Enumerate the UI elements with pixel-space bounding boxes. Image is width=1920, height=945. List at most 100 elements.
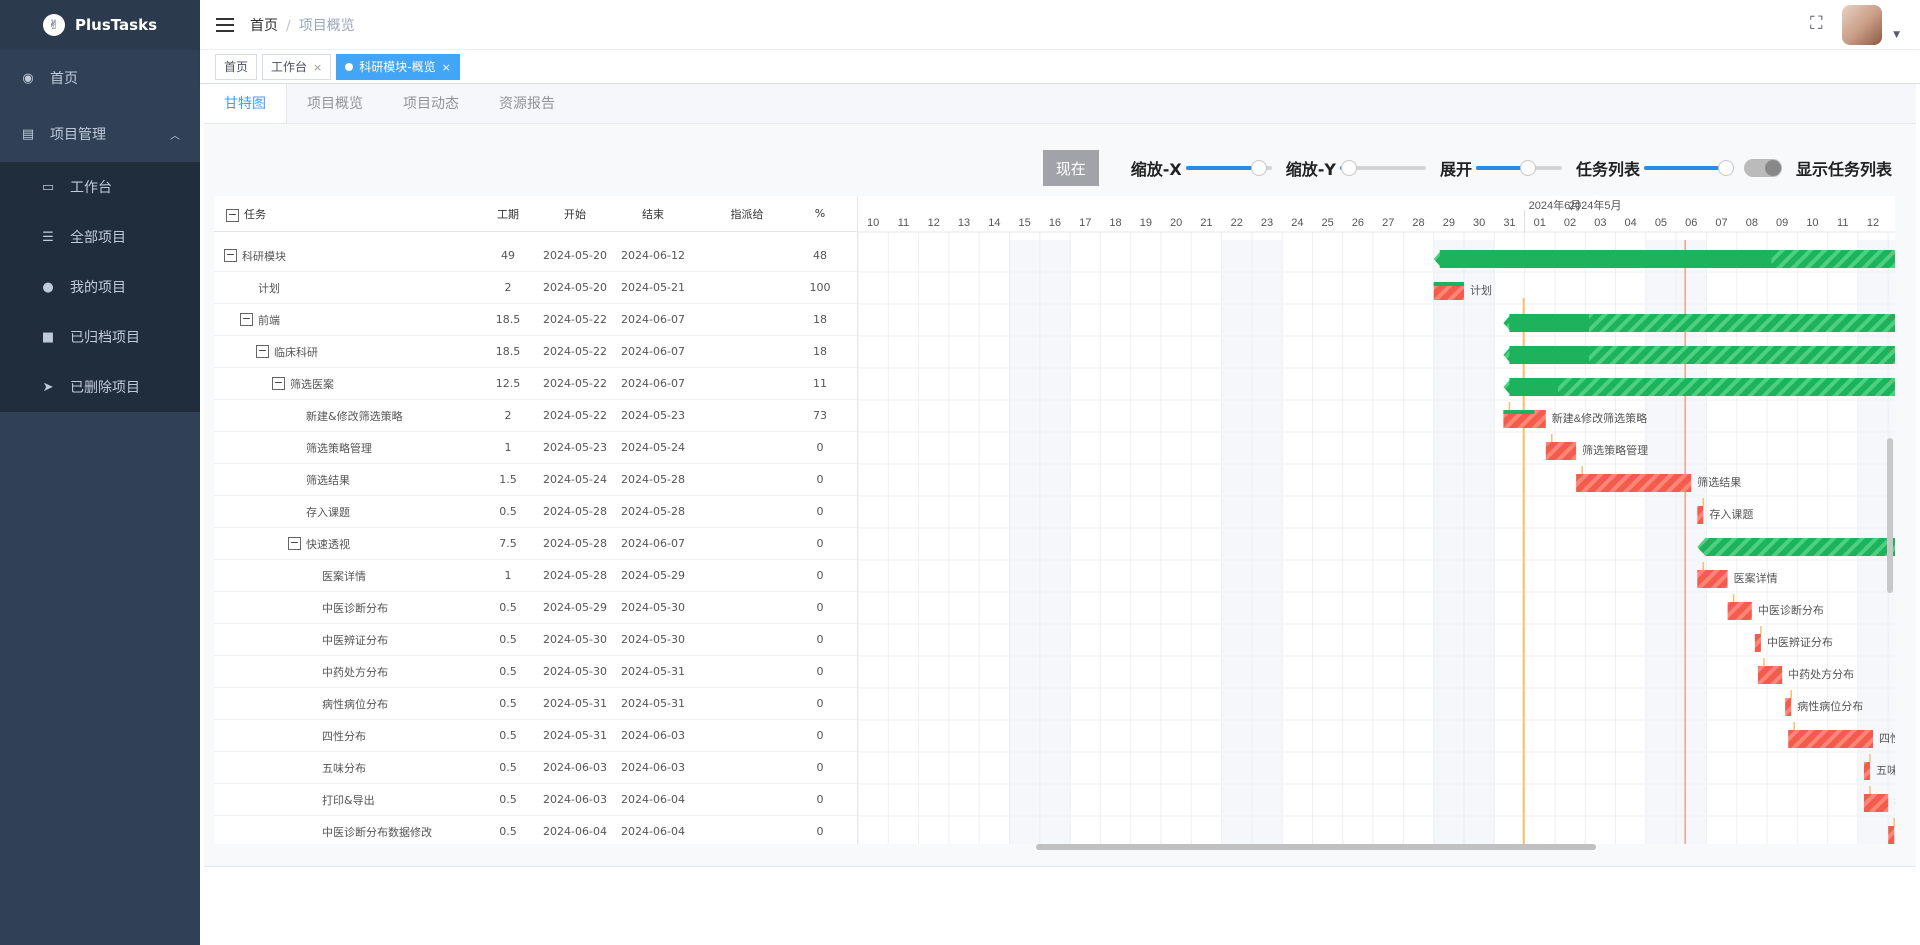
collapse-icon[interactable]: − (272, 377, 285, 390)
task-name-cell: 中医辨证分布 (214, 632, 480, 648)
percent-cell: 0 (816, 761, 824, 774)
tab-overview[interactable]: 项目概览 (287, 84, 383, 123)
avatar[interactable] (1842, 5, 1882, 45)
table-row[interactable]: − 临床科研 18.5 2024-05-22 2024-06-07 18 (214, 336, 857, 368)
day-tick-label: 13 (958, 217, 970, 229)
day-tick-label: 26 (1352, 217, 1364, 229)
end-cell: 2024-05-30 (621, 601, 685, 614)
table-row[interactable]: − 筛选医案 12.5 2024-05-22 2024-06-07 11 (214, 368, 857, 400)
hamburger-icon[interactable] (216, 17, 234, 32)
close-icon[interactable]: × (442, 61, 451, 74)
tag-home[interactable]: 首页 (215, 53, 258, 80)
day-tick-label: 08 (1746, 217, 1758, 229)
task-name-cell: − 快速透视 (214, 536, 480, 552)
collapse-icon[interactable]: − (256, 345, 269, 358)
task-name: 中医辨证分布 (322, 633, 388, 647)
tag-workbench[interactable]: 工作台 × (262, 53, 332, 80)
table-row[interactable]: 四性分布 0.5 2024-05-31 2024-06-03 0 (214, 720, 857, 752)
logo[interactable]: ✌ PlusTasks (0, 0, 200, 50)
tags-view: 首页 工作台 × 科研模块-概览 × (200, 50, 1920, 84)
percent-cell: 73 (813, 409, 827, 422)
tab-activity[interactable]: 项目动态 (383, 84, 479, 123)
now-button[interactable]: 现在 (1042, 150, 1099, 186)
horizontal-scrollbar[interactable] (1036, 844, 1596, 850)
slider-knob[interactable] (1340, 160, 1357, 176)
slider-knob[interactable] (1519, 160, 1536, 176)
day-tick-label: 12 (928, 217, 940, 229)
header-start[interactable]: 开始 (536, 206, 614, 222)
table-row[interactable]: 中医诊断分布 0.5 2024-05-29 2024-05-30 0 (214, 592, 857, 624)
table-row[interactable]: − 前端 18.5 2024-05-22 2024-06-07 18 (214, 304, 857, 336)
task-bar (1863, 762, 1871, 780)
tag-project-overview[interactable]: 科研模块-概览 × (336, 53, 460, 80)
task-name-cell: 新建&修改筛选策略 (214, 408, 480, 424)
duration-cell: 1 (504, 441, 512, 454)
sidebar-item-deleted[interactable]: ➤ 已删除项目 (0, 362, 200, 412)
table-row[interactable]: 中医辨证分布 0.5 2024-05-30 2024-05-30 0 (214, 624, 857, 656)
caret-down-icon[interactable]: ▼ (1893, 30, 1900, 40)
zoom-y-slider[interactable] (1339, 160, 1426, 176)
percent-cell: 100 (809, 281, 831, 294)
table-row[interactable]: 医案详情 1 2024-05-28 2024-05-29 0 (214, 560, 857, 592)
table-row[interactable]: 计划 2 2024-05-20 2024-05-21 100 (214, 272, 857, 304)
tab-resource-report[interactable]: 资源报告 (479, 84, 575, 123)
show-task-list-toggle[interactable] (1743, 159, 1782, 177)
task-progress (1503, 410, 1535, 414)
collapse-icon[interactable]: − (224, 249, 237, 262)
header-duration[interactable]: 工期 (480, 206, 536, 222)
task-name-cell: 筛选策略管理 (214, 440, 480, 456)
task-name: 计划 (258, 281, 280, 295)
header-end[interactable]: 结束 (614, 206, 692, 222)
fullscreen-icon[interactable]: ⛶ (1810, 15, 1828, 33)
slider-knob[interactable] (1717, 160, 1734, 176)
tag-label: 科研模块-概览 (359, 59, 436, 74)
table-row[interactable]: 五味分布 0.5 2024-06-03 2024-06-03 0 (214, 752, 857, 784)
bar-label: 医案详情 (1734, 571, 1778, 585)
end-cell: 2024-06-04 (621, 793, 685, 806)
day-tick-label: 27 (1382, 217, 1394, 229)
sidebar-item-my-projects[interactable]: ● 我的项目 (0, 262, 200, 312)
day-tick-label: 04 (1625, 217, 1637, 229)
close-icon[interactable]: × (313, 61, 322, 74)
task-name: 中医诊断分布 (322, 601, 388, 615)
day-tick-label: 01 (1534, 217, 1546, 229)
header-task[interactable]: − 任务 (214, 206, 480, 222)
sidebar-item-home[interactable]: ◉ 首页 (0, 50, 200, 106)
breadcrumb-home[interactable]: 首页 (250, 18, 278, 34)
sidebar-item-workbench[interactable]: ▭ 工作台 (0, 162, 200, 212)
day-tick-label: 18 (1109, 217, 1121, 229)
tab-gantt[interactable]: 甘特图 (204, 84, 287, 123)
month-label-june: 2024年6月 (1529, 198, 1582, 212)
bar-label: 计划 (1470, 284, 1492, 297)
header-assignee[interactable]: 指派给 (692, 206, 802, 222)
expand-slider[interactable] (1475, 160, 1562, 176)
zoom-x-slider[interactable] (1185, 160, 1272, 176)
collapse-icon[interactable]: − (240, 313, 253, 326)
table-row[interactable]: 打印&导出 0.5 2024-06-03 2024-06-04 0 (214, 784, 857, 816)
collapse-icon[interactable]: − (288, 537, 301, 550)
summary-bar (1697, 538, 1895, 556)
sidebar-item-all-projects[interactable]: ☰ 全部项目 (0, 212, 200, 262)
slider-knob[interactable] (1250, 160, 1267, 176)
table-row[interactable]: 筛选策略管理 1 2024-05-23 2024-05-24 0 (214, 432, 857, 464)
sidebar-item-archived[interactable]: ■ 已归档项目 (0, 312, 200, 362)
end-cell: 2024-06-03 (621, 761, 685, 774)
header-percent[interactable]: % (802, 207, 838, 220)
collapse-all-icon[interactable]: − (226, 208, 239, 222)
sidebar-item-project-management[interactable]: ▤ 项目管理 ︿ (0, 106, 200, 162)
table-row[interactable]: 病性病位分布 0.5 2024-05-31 2024-05-31 0 (214, 688, 857, 720)
table-row[interactable]: 筛选结果 1.5 2024-05-24 2024-05-28 0 (214, 464, 857, 496)
duration-cell: 18.5 (495, 345, 521, 358)
table-row[interactable]: − 科研模块 49 2024-05-20 2024-06-12 48 (214, 240, 857, 272)
monitor-icon: ▭ (41, 179, 55, 195)
table-row[interactable]: 中药处方分布 0.5 2024-05-30 2024-05-31 0 (214, 656, 857, 688)
table-row[interactable]: 新建&修改筛选策略 2 2024-05-22 2024-05-23 73 (214, 400, 857, 432)
table-row[interactable]: 存入课题 0.5 2024-05-28 2024-05-28 0 (214, 496, 857, 528)
task-list-slider[interactable] (1643, 160, 1734, 176)
vertical-scrollbar[interactable] (1887, 438, 1893, 593)
end-cell: 2024-05-29 (621, 569, 685, 582)
table-row[interactable]: − 快速透视 7.5 2024-05-28 2024-06-07 0 (214, 528, 857, 560)
table-row[interactable]: 中医诊断分布数据修改 0.5 2024-06-04 2024-06-04 0 (214, 816, 857, 844)
day-tick-label: 10 (867, 217, 879, 229)
bar-label: 打印&导出 (1894, 795, 1895, 809)
